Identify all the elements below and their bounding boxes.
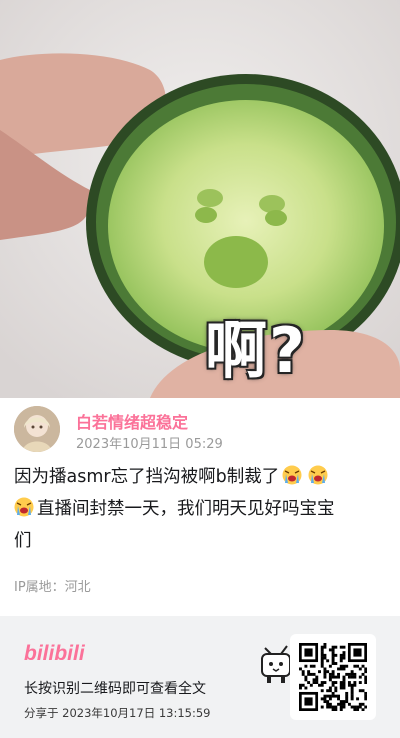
post-image[interactable]: 啊? bbox=[0, 0, 400, 398]
post-text-line: 直播间封禁一天，我们明天见好吗宝宝 bbox=[37, 499, 335, 519]
post-timestamp: 2023年10月11日 05:29 bbox=[76, 437, 223, 452]
crying-face-icon bbox=[282, 465, 302, 485]
share-time: 分享于 2023年10月17日 13:15:59 bbox=[24, 706, 211, 720]
crying-face-icon bbox=[14, 497, 34, 517]
username[interactable]: 白若情绪超稳定 bbox=[76, 409, 188, 433]
tv-mascot-icon bbox=[261, 645, 291, 683]
post-text-line: 们 bbox=[14, 531, 32, 551]
cucumber-photo bbox=[0, 0, 400, 398]
post-text-line: 因为播asmr忘了挡沟被啊b制裁了 bbox=[14, 467, 280, 487]
bilibili-logo-text: bilibili bbox=[24, 642, 86, 665]
post-text: 因为播asmr忘了挡沟被啊b制裁了 直播间封禁一天，我们明天见好吗宝宝 们 bbox=[14, 461, 386, 557]
ip-location: IP属地：河北 bbox=[14, 580, 91, 595]
bilibili-logo: bilibili bbox=[24, 642, 86, 665]
scan-hint: 长按识别二维码即可查看全文 bbox=[24, 681, 206, 697]
crying-face-icon bbox=[308, 465, 328, 485]
qr-code-image bbox=[299, 643, 367, 711]
image-caption: 啊? bbox=[205, 314, 307, 387]
avatar[interactable] bbox=[14, 406, 60, 452]
qr-code[interactable] bbox=[290, 634, 376, 720]
avatar-image bbox=[14, 406, 60, 452]
